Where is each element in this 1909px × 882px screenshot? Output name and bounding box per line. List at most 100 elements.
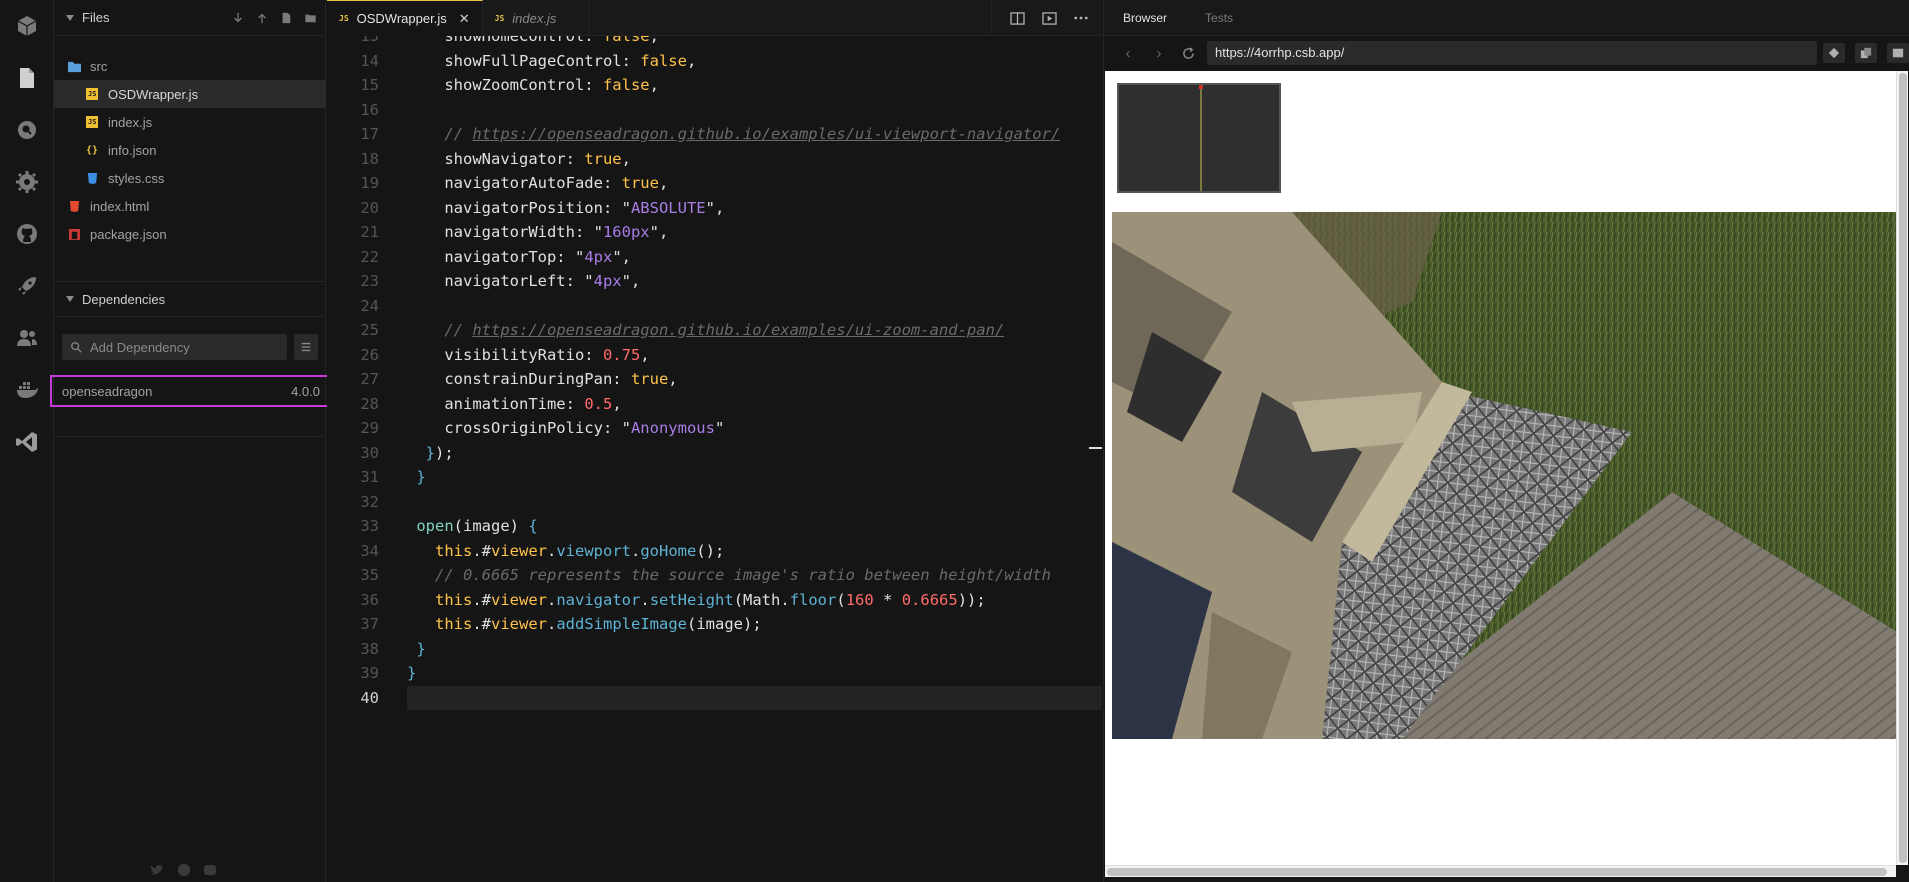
file-item[interactable]: JS OSDWrapper.js — [54, 80, 326, 108]
forward-icon[interactable]: › — [1149, 43, 1169, 63]
line-code: navigatorWidth: "160px", — [407, 223, 669, 241]
files-icon[interactable] — [13, 64, 41, 92]
code-line[interactable]: 14 showFullPageControl: false, — [327, 49, 1102, 73]
file-item[interactable]: src — [54, 52, 326, 80]
open-new-window-icon[interactable] — [1855, 43, 1877, 63]
code-line[interactable]: 40 — [327, 685, 1102, 710]
live-icon[interactable] — [13, 324, 41, 352]
search-icon[interactable] — [13, 116, 41, 144]
line-number: 30 — [360, 443, 379, 462]
line-code: navigatorTop: "4px", — [407, 247, 631, 266]
code-line[interactable]: 33 open(image) { — [327, 514, 1102, 538]
docker-icon[interactable] — [13, 376, 41, 404]
devtools-icon[interactable] — [1823, 43, 1845, 63]
code-line[interactable]: 15 showZoomControl: false, — [327, 73, 1102, 97]
vscode-icon[interactable] — [13, 428, 41, 456]
file-item[interactable]: index.html — [54, 192, 326, 220]
divider — [54, 436, 326, 437]
code-line[interactable]: 28 animationTime: 0.5, — [327, 392, 1102, 416]
code-line[interactable]: 27 constrainDuringPan: true, — [327, 367, 1102, 391]
code-line[interactable]: 24 — [327, 294, 1102, 318]
upload-icon[interactable] — [255, 11, 269, 25]
code-line[interactable]: 19 navigatorAutoFade: true, — [327, 171, 1102, 195]
code-line[interactable]: 20 navigatorPosition: "ABSOLUTE", — [327, 196, 1102, 220]
dependency-name: openseadragon — [62, 383, 153, 399]
github-icon[interactable] — [13, 220, 41, 248]
explorer-sidebar: Files src JS OSDWrapper.js JS index.js {} info… — [50, 0, 332, 882]
code-line[interactable]: 23 navigatorLeft: "4px", — [327, 269, 1102, 293]
new-folder-icon[interactable] — [303, 11, 317, 25]
code-line[interactable]: 35 // 0.6665 represents the source image… — [327, 563, 1102, 587]
code-line[interactable]: 18 showNavigator: true, — [327, 147, 1102, 171]
files-panel-header[interactable]: Files — [54, 0, 325, 36]
tab-osdwrapper[interactable]: JS OSDWrapper.js ✕ — [327, 0, 483, 36]
vertical-scrollbar[interactable] — [1896, 71, 1908, 865]
menu-icon — [301, 342, 311, 352]
aerial-photo[interactable] — [1112, 212, 1897, 739]
line-code: navigatorPosition: "ABSOLUTE", — [407, 198, 725, 217]
deploy-icon[interactable] — [13, 272, 41, 300]
code-line[interactable]: 26 visibilityRatio: 0.75, — [327, 343, 1102, 367]
line-code: constrainDuringPan: true, — [407, 370, 678, 388]
line-number: 35 — [360, 566, 379, 584]
preview-viewport[interactable] — [1105, 71, 1897, 865]
code-line[interactable]: 22 navigatorTop: "4px", — [327, 245, 1102, 269]
dependency-menu-button[interactable] — [294, 334, 318, 360]
file-item[interactable]: styles.css — [54, 164, 326, 192]
code-line[interactable]: 34 this.#viewer.viewport.goHome(); — [327, 539, 1102, 563]
file-item[interactable]: {} info.json — [54, 136, 326, 164]
dependency-item[interactable]: openseadragon 4.0.0 — [50, 375, 332, 407]
layout-icon[interactable] — [1887, 43, 1909, 63]
new-file-icon[interactable] — [279, 11, 293, 25]
settings-icon[interactable] — [13, 168, 41, 196]
download-icon[interactable] — [231, 11, 245, 25]
code-area[interactable]: 13 showHomeControl: false, 14 showFullPag… — [327, 36, 1102, 882]
chevron-down-icon — [66, 14, 74, 21]
discord-icon[interactable] — [204, 864, 216, 876]
code-line[interactable]: 13 showHomeControl: false, — [327, 36, 1102, 48]
file-item[interactable]: JS index.js — [54, 108, 326, 136]
osd-navigator[interactable] — [1117, 83, 1281, 193]
code-line[interactable]: 30 }); — [327, 441, 1102, 465]
github-icon[interactable] — [178, 864, 190, 876]
activity-bar — [0, 0, 54, 882]
code-line[interactable]: 31 } — [327, 465, 1102, 489]
line-number: 36 — [360, 590, 379, 609]
dependencies-panel-title: Dependencies — [82, 291, 166, 307]
tab-browser[interactable]: Browser — [1104, 0, 1186, 36]
scrollbar-thumb[interactable] — [1899, 73, 1907, 863]
line-code: } — [416, 468, 426, 486]
split-editor-icon[interactable] — [1008, 9, 1026, 27]
line-code: } — [407, 664, 417, 682]
preview-icon[interactable] — [1040, 9, 1058, 27]
code-line[interactable]: 29 crossOriginPolicy: "Anonymous" — [327, 416, 1102, 440]
back-icon[interactable]: ‹ — [1118, 43, 1138, 63]
scrollbar-thumb[interactable] — [1107, 868, 1887, 876]
line-number: 33 — [360, 517, 379, 535]
line-number: 40 — [360, 688, 379, 707]
code-line[interactable]: 39} — [327, 661, 1102, 685]
code-line[interactable]: 38 } — [327, 637, 1102, 661]
code-line[interactable]: 36 this.#viewer.navigator.setHeight(Math… — [327, 588, 1102, 612]
more-icon[interactable] — [1072, 9, 1090, 27]
tab-tests[interactable]: Tests — [1186, 0, 1252, 36]
cube-icon[interactable] — [13, 12, 41, 40]
close-icon[interactable]: ✕ — [459, 11, 470, 27]
add-dependency-input[interactable]: Add Dependency — [62, 334, 287, 360]
code-line[interactable]: 16 — [327, 98, 1102, 122]
url-input[interactable]: https://4orrhp.csb.app/ — [1207, 41, 1817, 65]
twitter-icon[interactable] — [150, 864, 164, 876]
code-line[interactable]: 17 // https://openseadragon.github.io/ex… — [327, 122, 1102, 146]
navigator-region — [1200, 85, 1202, 191]
line-number: 24 — [360, 296, 379, 315]
reload-icon[interactable] — [1178, 43, 1198, 63]
code-line[interactable]: 37 this.#viewer.addSimpleImage(image); — [327, 612, 1102, 636]
horizontal-scrollbar[interactable] — [1105, 865, 1896, 877]
code-line[interactable]: 32 — [327, 490, 1102, 514]
dependencies-panel-header[interactable]: Dependencies — [54, 281, 326, 317]
code-line[interactable]: 21 navigatorWidth: "160px", — [327, 220, 1102, 244]
file-item[interactable]: package.json — [54, 220, 326, 248]
code-line[interactable]: 25 // https://openseadragon.github.io/ex… — [327, 318, 1102, 342]
tab-index-js[interactable]: JS index.js — [483, 0, 589, 36]
browser-panel: Browser Tests ‹ › https://4orrhp.csb.app… — [1103, 0, 1909, 882]
